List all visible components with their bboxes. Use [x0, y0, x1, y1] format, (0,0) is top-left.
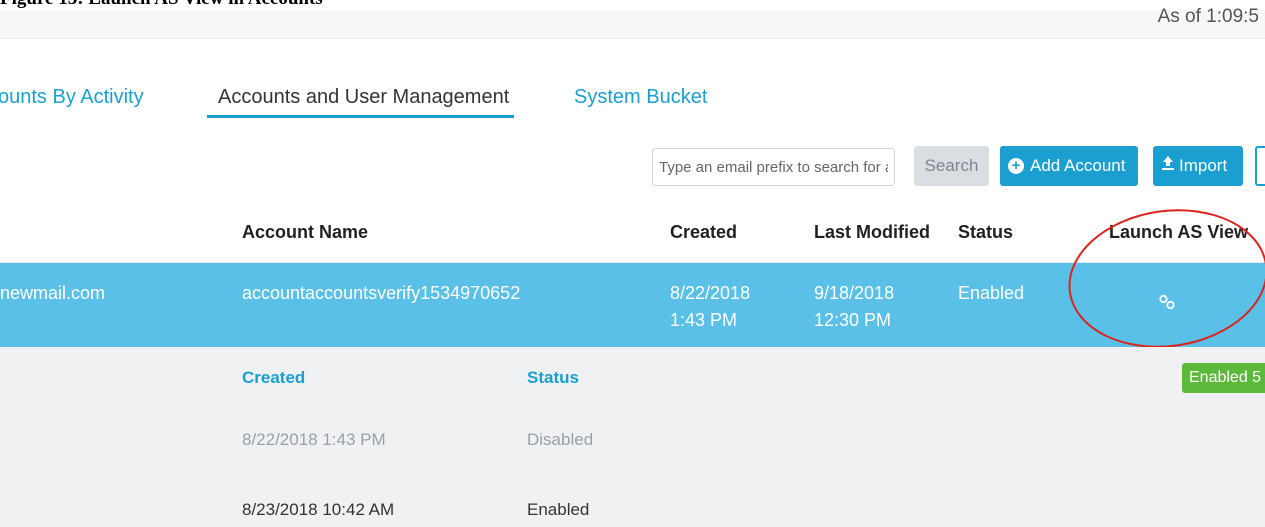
column-header-created[interactable]: Created	[670, 222, 737, 243]
as-of-timestamp: As of 1:09:5	[1157, 6, 1259, 27]
cell-email: newmail.com	[0, 283, 106, 303]
more-button[interactable]	[1255, 146, 1265, 186]
cell-last-modified: 9/18/2018 12:30 PM	[814, 283, 895, 330]
account-details-panel	[0, 347, 1265, 527]
tab-system-bucket[interactable]: System Bucket	[574, 86, 707, 109]
status-badge: Enabled 5	[1182, 363, 1265, 393]
detail-row-1-status: Disabled	[527, 430, 594, 449]
detail-row-2-created: 8/23/2018 10:42 AM	[242, 500, 395, 519]
circle-plus-icon: +	[1008, 158, 1024, 174]
add-account-button[interactable]: + Add Account	[1000, 146, 1138, 186]
column-header-status[interactable]: Status	[958, 222, 1013, 243]
tab-accounts-by-activity[interactable]: ounts By Activity	[0, 86, 144, 109]
search-button[interactable]: Search	[914, 146, 989, 186]
add-account-label: Add Account	[1030, 156, 1126, 175]
cell-status: Enabled	[958, 283, 1025, 303]
detail-row-2-status: Enabled	[527, 500, 590, 519]
cell-created: 8/22/2018 1:43 PM	[670, 283, 751, 330]
tab-accounts-and-user-management[interactable]: Accounts and User Management	[218, 86, 509, 109]
detail-row-1-created: 8/22/2018 1:43 PM	[242, 430, 386, 449]
detail-header-created: Created	[242, 368, 306, 387]
import-button[interactable]: Import	[1153, 146, 1243, 186]
active-tab-indicator	[207, 115, 514, 118]
figure-caption: Figure 13: Launch AS View in Accounts	[0, 0, 323, 10]
cell-account-name: accountaccountsverify1534970652	[242, 283, 521, 303]
top-bar: As of 1:09:5	[0, 6, 1265, 39]
upload-icon	[1161, 146, 1175, 186]
search-input[interactable]	[652, 148, 895, 186]
detail-header-status: Status	[527, 368, 579, 387]
search-button-label: Search	[924, 156, 979, 175]
column-header-account-name[interactable]: Account Name	[242, 222, 368, 243]
column-header-last-modified[interactable]: Last Modified	[814, 222, 930, 243]
import-label: Import	[1179, 156, 1228, 175]
